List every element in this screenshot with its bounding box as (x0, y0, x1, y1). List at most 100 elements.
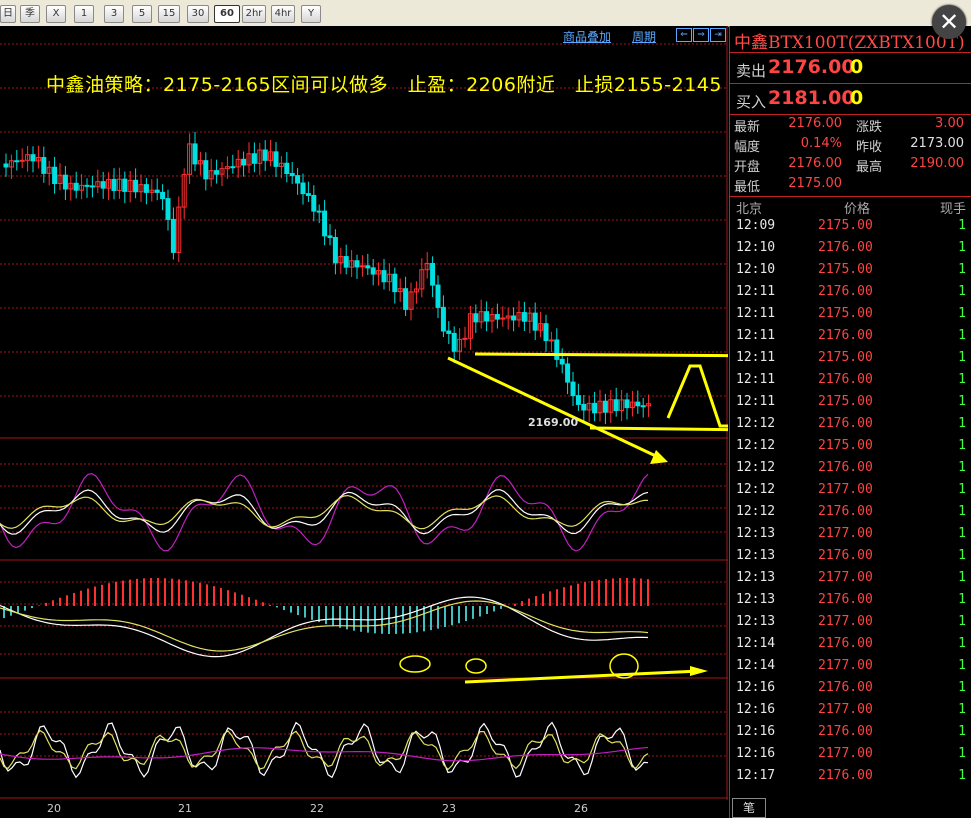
candle-body (440, 306, 446, 332)
stat-value-prevclose: 2173.00 (910, 136, 964, 151)
tick-time: 12:14 (736, 636, 776, 651)
tick-time: 12:16 (736, 746, 776, 761)
tick-price: 2176.00 (818, 328, 873, 343)
candlestick-chart (0, 26, 802, 800)
macd-dif-line (0, 596, 649, 658)
candle-body (170, 218, 176, 253)
sell-volume: 0 (850, 56, 864, 78)
kdj-d-line (0, 494, 648, 530)
candle-body (327, 235, 333, 239)
period-button[interactable]: 5 (132, 5, 152, 23)
tick-header-volume: 现手 (939, 202, 966, 217)
tick-volume: 1 (958, 548, 966, 563)
tick-volume: 1 (958, 570, 966, 585)
tick-volume: 1 (958, 262, 966, 277)
trades-tab[interactable]: 笔 (732, 798, 766, 818)
candle-body (570, 381, 576, 397)
tick-volume: 1 (958, 416, 966, 431)
tick-volume: 1 (958, 746, 966, 761)
stat-label-last: 最新 (734, 120, 761, 135)
candle-body (430, 262, 436, 286)
chart-nav-buttons[interactable]: ⇐ ⇒ ⇥ (676, 28, 726, 42)
candle-body (284, 162, 290, 175)
tick-volume: 1 (958, 328, 966, 343)
stat-value-high: 2190.00 (910, 156, 964, 171)
tick-price: 2175.00 (818, 218, 873, 233)
indicator-line-1 (0, 721, 649, 779)
nav-end-icon[interactable]: ⇥ (710, 28, 726, 42)
indicator-line-3 (0, 746, 649, 762)
tick-row: 12:14 2176.00 1 (730, 636, 971, 658)
period-button[interactable]: Y (301, 5, 321, 23)
candle-body (14, 160, 20, 163)
candle-body (343, 256, 349, 268)
candle-body (322, 210, 328, 237)
candle-body (543, 323, 549, 342)
candle-body (494, 314, 500, 320)
tick-volume: 1 (958, 218, 966, 233)
tick-volume: 1 (958, 504, 966, 519)
candle-body (592, 402, 598, 414)
tick-row: 12:12 2176.00 1 (730, 416, 971, 438)
tick-time: 12:16 (736, 680, 776, 695)
tick-time: 12:13 (736, 526, 776, 541)
tick-row: 12:13 2176.00 1 (730, 548, 971, 570)
tick-list[interactable]: 12:09 2175.00 1 12:10 2176.00 1 12:10 2175.00 1 1… (730, 218, 971, 798)
candle-body (392, 273, 398, 293)
buy-row[interactable]: 买入 2181.00 0 (730, 85, 971, 113)
period-link[interactable]: 周期 (632, 28, 656, 45)
tick-header: 北京 价格 现手 (730, 198, 971, 218)
tick-volume: 1 (958, 680, 966, 695)
overlay-link[interactable]: 商品叠加 (563, 28, 611, 45)
tick-row: 12:17 2176.00 1 (730, 768, 971, 790)
support-line (474, 352, 786, 358)
period-button[interactable]: X (46, 5, 66, 23)
tick-price: 2177.00 (818, 658, 873, 673)
tick-row: 12:12 2177.00 1 (730, 482, 971, 504)
period-button[interactable]: 4hr (271, 5, 295, 23)
candle-body (602, 400, 608, 413)
chart-area[interactable] (0, 26, 802, 800)
tick-row: 12:11 2175.00 1 (730, 306, 971, 328)
date-label: 23 (442, 802, 456, 815)
period-button[interactable]: 60 (214, 5, 240, 23)
candle-body (165, 198, 171, 220)
tick-row: 12:13 2177.00 1 (730, 526, 971, 548)
period-button[interactable]: 3 (104, 5, 124, 23)
tick-volume: 1 (958, 394, 966, 409)
tick-price: 2176.00 (818, 724, 873, 739)
candle-body (403, 288, 409, 310)
tick-time: 12:12 (736, 438, 776, 453)
candle-body (133, 179, 139, 193)
candle-body (365, 265, 371, 269)
tick-time: 12:16 (736, 724, 776, 739)
sell-row[interactable]: 卖出 2176.00 0 (730, 54, 971, 82)
tick-time: 12:13 (736, 548, 776, 563)
candle-body (214, 170, 220, 175)
tick-volume: 1 (958, 636, 966, 651)
support-line (589, 426, 756, 432)
divider (730, 52, 971, 53)
period-button[interactable]: 1 (74, 5, 94, 23)
tick-row: 12:16 2177.00 1 (730, 702, 971, 724)
tick-volume: 1 (958, 702, 966, 717)
candle-body (354, 260, 360, 268)
period-button[interactable]: 季 (20, 5, 40, 23)
period-button[interactable]: 15 (158, 5, 180, 23)
period-button[interactable]: 日 (0, 5, 16, 23)
nav-right-icon[interactable]: ⇒ (693, 28, 709, 42)
quote-stats: 最新 2176.00 涨跌 3.00 幅度 0.14% 昨收 2173.00 开… (730, 116, 971, 196)
tick-time: 12:13 (736, 570, 776, 585)
close-button[interactable]: ✕ (932, 5, 966, 39)
tick-price: 2176.00 (818, 592, 873, 607)
period-button[interactable]: 30 (187, 5, 209, 23)
tick-time: 12:09 (736, 218, 776, 233)
tick-row: 12:13 2177.00 1 (730, 614, 971, 636)
nav-left-icon[interactable]: ⇐ (676, 28, 692, 42)
candle-body (203, 160, 209, 180)
tick-row: 12:10 2175.00 1 (730, 262, 971, 284)
tick-price: 2175.00 (818, 438, 873, 453)
candle-body (192, 143, 198, 165)
period-button[interactable]: 2hr (242, 5, 266, 23)
candle-body (473, 313, 479, 323)
